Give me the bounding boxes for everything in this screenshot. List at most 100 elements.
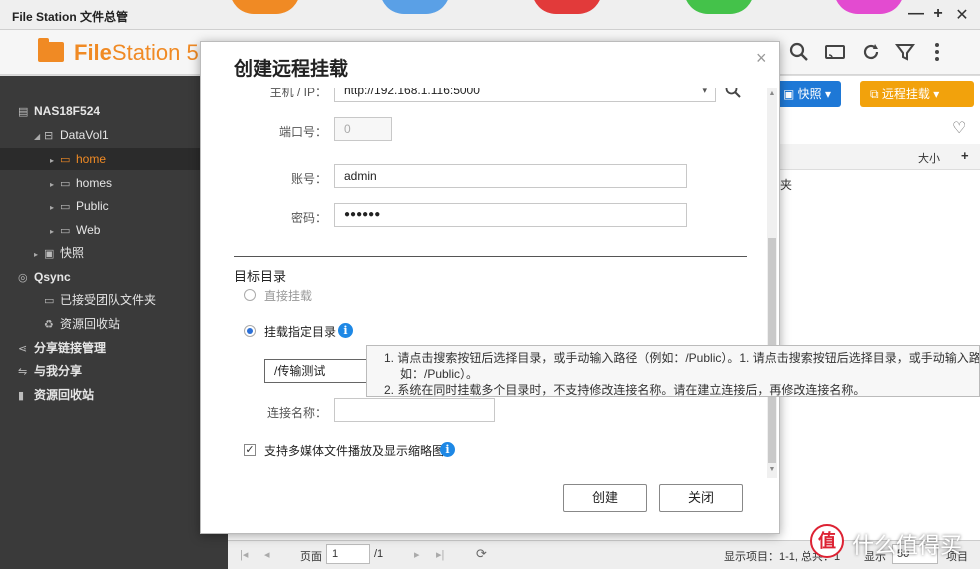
snapshot-button[interactable]: ▣ 快照 ▾	[773, 81, 841, 107]
favorite-icon[interactable]: ♡	[952, 118, 966, 138]
shared-with-me-icon: ⇋	[18, 366, 28, 378]
dialog-scroll-area: 主机 / IP： http://192.168.1.116:5000 ▾ 端口号…	[201, 88, 767, 478]
window-close-button[interactable]: ✕	[952, 5, 972, 25]
sidebar-item-team-folder[interactable]: ▭ 已接受团队文件夹	[44, 289, 156, 311]
account-label: 账号：	[290, 172, 327, 186]
specified-dir-radio[interactable]	[244, 325, 256, 337]
window-titlebar: File Station 文件总管 — + ✕	[0, 0, 980, 30]
connection-name-label: 连接名称：	[266, 406, 327, 420]
filter-icon[interactable]	[894, 42, 916, 64]
tooltip-line-3: 2. 系统在同时挂载多个目录时，不支持修改连接名称。请在建立连接后，再修改连接名…	[384, 383, 866, 397]
refresh-icon[interactable]	[860, 42, 882, 64]
sidebar-item-recycle-bin[interactable]: ▮ 资源回收站	[18, 384, 94, 406]
watermark-logo-icon: 值	[810, 524, 844, 558]
dialog-close-icon[interactable]: ×	[756, 48, 767, 69]
page-input[interactable]: 1	[326, 544, 370, 564]
window-title: File Station 文件总管	[12, 10, 129, 24]
target-directory-title: 目标目录	[234, 269, 287, 284]
file-row-partial-text: 夹	[780, 178, 793, 192]
port-input[interactable]: 0	[334, 117, 392, 141]
host-label: 主机 / IP：	[269, 88, 327, 99]
media-support-label: 支持多媒体文件播放及显示缩略图	[264, 444, 445, 458]
sidebar-item-nas[interactable]: ▤ NAS18F524	[18, 100, 100, 122]
dialog-title: 创建远程挂载	[234, 59, 349, 80]
decorative-blob-green	[684, 0, 754, 14]
filestation-logo-icon	[38, 38, 64, 62]
media-support-checkbox[interactable]: ✓	[244, 444, 256, 456]
folder-icon: ▭	[60, 154, 71, 166]
account-input[interactable]: admin	[334, 164, 687, 188]
expand-arrow-icon[interactable]: ▸	[50, 197, 60, 219]
sidebar-item-shared-with-me[interactable]: ⇋ 与我分享	[18, 360, 82, 382]
first-page-icon[interactable]: |◂	[240, 548, 248, 561]
path-help-tooltip: 1. 请点击搜索按钮后选择目录，或手动输入路径（例如：/Public）。1. 请…	[366, 345, 980, 397]
sidebar-item-public[interactable]: ▸ ▭ Public	[50, 195, 109, 217]
mount-path-input[interactable]: /传输测试	[264, 359, 368, 383]
recycle-icon: ♻	[44, 319, 54, 331]
expand-arrow-icon[interactable]: ▸	[34, 244, 44, 266]
snapshot-icon: ▣	[783, 87, 798, 101]
watermark-text: 什么值得买	[852, 533, 963, 558]
direct-mount-radio[interactable]	[244, 289, 256, 301]
cast-icon[interactable]	[824, 42, 846, 64]
sidebar: ▤ NAS18F524 ◢ ⊟ DataVol1 ▸ ▭ home ▸ ▭ homes ▸ ▭ P…	[0, 76, 228, 569]
expand-arrow-icon[interactable]: ▸	[50, 174, 60, 196]
dialog-scrollbar[interactable]: ▲ ▼	[767, 88, 777, 478]
sidebar-item-datavol1[interactable]: ◢ ⊟ DataVol1	[34, 124, 109, 146]
add-column-button[interactable]: +	[961, 148, 969, 163]
decorative-blob-orange	[230, 0, 300, 14]
page-label: 页面	[300, 551, 322, 563]
sidebar-item-snapshot[interactable]: ▸ ▣ 快照	[34, 242, 84, 264]
minimize-button[interactable]: —	[906, 5, 926, 23]
expand-arrow-icon[interactable]: ▸	[50, 221, 60, 243]
sidebar-item-home[interactable]: ▸ ▭ home	[0, 148, 228, 170]
trash-icon: ▮	[18, 390, 25, 402]
disk-icon: ⊟	[44, 130, 54, 142]
folder-icon: ▭	[60, 225, 71, 237]
close-button[interactable]: 关闭	[659, 484, 743, 512]
decorative-blob-blue	[380, 0, 450, 14]
create-button[interactable]: 创建	[563, 484, 647, 512]
sidebar-item-web[interactable]: ▸ ▭ Web	[50, 219, 100, 241]
port-label: 端口号：	[278, 125, 327, 139]
info-icon[interactable]: i	[440, 442, 455, 457]
app-logo-text: FileStation 5	[74, 40, 199, 65]
section-divider	[234, 256, 747, 257]
tooltip-line-2: 如：/Public）。	[400, 367, 479, 381]
password-label: 密码：	[290, 211, 327, 225]
connection-name-input[interactable]	[334, 398, 495, 422]
remote-mount-button[interactable]: ⧉ 远程挂载 ▾	[860, 81, 974, 107]
prev-page-icon[interactable]: ◂	[264, 548, 270, 561]
expand-arrow-icon[interactable]: ▸	[50, 150, 60, 172]
chevron-down-icon: ▾	[702, 88, 707, 95]
collapse-arrow-icon[interactable]: ◢	[34, 126, 44, 148]
refresh-icon[interactable]: ⟳	[476, 546, 487, 562]
search-icon[interactable]	[788, 42, 810, 64]
last-page-icon[interactable]: ▸|	[436, 548, 444, 561]
host-select[interactable]: http://192.168.1.116:5000 ▾	[334, 88, 716, 102]
snapshot-icon: ▣	[44, 248, 55, 260]
scroll-up-icon[interactable]: ▲	[767, 90, 777, 97]
qsync-icon: ◎	[18, 272, 28, 284]
watermark: 值 什么值得买	[810, 524, 980, 560]
share-icon: ⋖	[18, 343, 28, 355]
next-page-icon[interactable]: ▸	[414, 548, 420, 561]
scroll-down-icon[interactable]: ▼	[767, 466, 777, 473]
decorative-blob-red	[532, 0, 602, 14]
sidebar-item-qsync-recycle[interactable]: ♻ 资源回收站	[44, 313, 120, 335]
password-input[interactable]: ●●●●●●	[334, 203, 687, 227]
search-host-icon[interactable]	[725, 88, 741, 101]
more-icon[interactable]	[926, 42, 948, 64]
page-total: /1	[374, 548, 384, 560]
team-folder-icon: ▭	[44, 295, 55, 307]
maximize-button[interactable]: +	[928, 5, 948, 23]
decorative-blob-pink	[834, 0, 904, 14]
direct-mount-label: 直接挂载	[264, 289, 313, 303]
folder-icon: ▭	[60, 201, 71, 213]
folder-icon: ▭	[60, 178, 71, 190]
sidebar-item-qsync[interactable]: ◎ Qsync	[18, 266, 71, 288]
column-size[interactable]: 大小	[918, 150, 940, 166]
sidebar-item-homes[interactable]: ▸ ▭ homes	[50, 172, 112, 194]
sidebar-item-share-links[interactable]: ⋖ 分享链接管理	[18, 337, 106, 359]
info-icon[interactable]: i	[338, 323, 353, 338]
